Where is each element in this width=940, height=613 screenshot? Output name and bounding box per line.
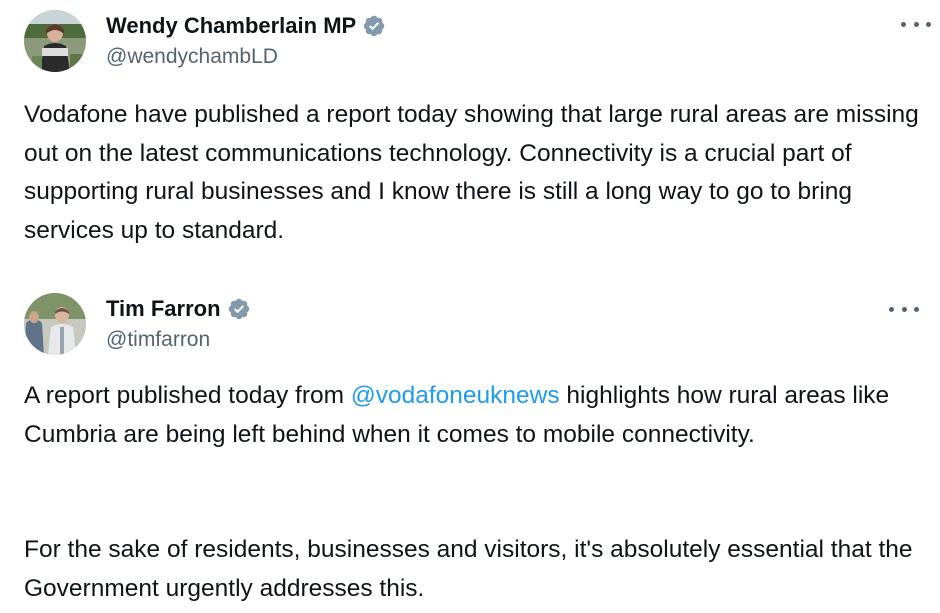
- display-name[interactable]: Tim Farron: [106, 295, 221, 323]
- avatar[interactable]: [24, 10, 86, 72]
- profile-photo-icon: [24, 293, 86, 355]
- avatar[interactable]: [24, 293, 86, 355]
- tweet: Tim Farron @timfarron A report published…: [0, 285, 940, 613]
- tweet-text: A report published today from @vodafoneu…: [24, 377, 929, 454]
- author-row: Tim Farron: [106, 295, 251, 323]
- tweet: Wendy Chamberlain MP @wendychambLD Vodaf…: [0, 0, 940, 280]
- author-handle[interactable]: @timfarron: [106, 327, 210, 353]
- verified-badge-icon: [362, 14, 386, 38]
- verified-badge-icon: [227, 297, 251, 321]
- author-row: Wendy Chamberlain MP: [106, 12, 386, 40]
- mention-link[interactable]: @vodafoneuknews: [351, 382, 560, 409]
- tweet-text-paragraph: For the sake of residents, businesses an…: [24, 536, 913, 602]
- display-name[interactable]: Wendy Chamberlain MP: [106, 12, 356, 40]
- more-horizontal-icon[interactable]: [901, 16, 931, 32]
- tweet-text: Vodafone have published a report today s…: [24, 101, 919, 244]
- tweet-text-segment: A report published today from: [24, 382, 351, 409]
- author-handle[interactable]: @wendychambLD: [106, 44, 278, 70]
- profile-photo-icon: [24, 10, 86, 72]
- more-horizontal-icon[interactable]: [889, 301, 919, 317]
